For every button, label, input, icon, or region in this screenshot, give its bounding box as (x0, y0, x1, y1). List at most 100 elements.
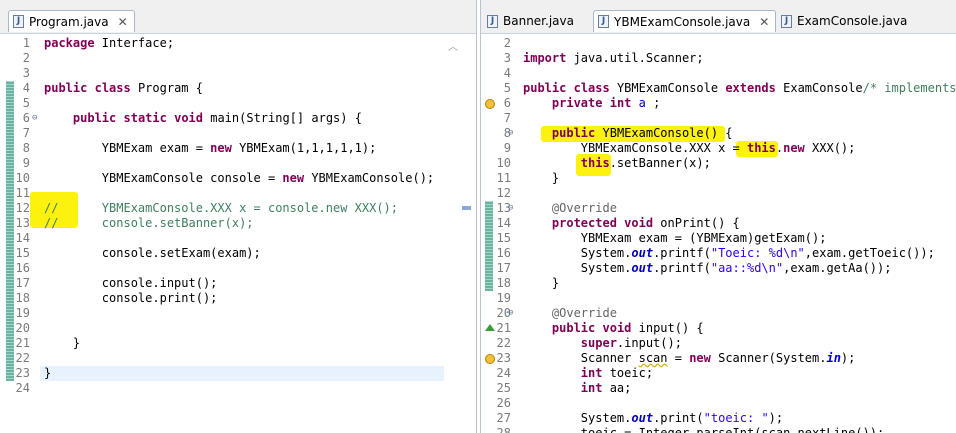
code-text[interactable]: int toeic; (523, 366, 653, 381)
code-line[interactable]: 28 toeic = Integer.parseInt(scan.nextLin… (481, 426, 956, 433)
code-text[interactable]: console.input(); (44, 276, 218, 291)
code-line[interactable]: 19 (0, 306, 476, 321)
code-text[interactable]: YBMExamConsole.XXX x = this.new XXX(); (523, 141, 856, 156)
fold-icon[interactable]: ⊖ (32, 113, 37, 123)
code-line[interactable]: 13 @Override (481, 201, 956, 216)
code-text[interactable]: System.out.printf("aa::%d\n",exam.getAa(… (523, 261, 892, 276)
code-line[interactable]: 13 // console.setBanner(x); (0, 216, 476, 231)
code-text[interactable]: // console.setBanner(x); (44, 216, 254, 231)
code-line[interactable]: 17 console.input(); (0, 276, 476, 291)
override-triangle-icon[interactable] (485, 324, 495, 331)
code-text[interactable]: package Interface; (44, 36, 174, 51)
code-line[interactable]: 12 // YBMExamConsole.XXX x = console.new … (0, 201, 476, 216)
tab-ybmexamconsole-java[interactable]: J YBMExamConsole.java ✕ (593, 10, 777, 32)
code-line[interactable]: 19 (481, 291, 956, 306)
code-text[interactable]: console.setExam(exam); (44, 246, 261, 261)
code-text[interactable]: YBMExamConsole console = new YBMExamCons… (44, 171, 434, 186)
code-line[interactable]: 4 (481, 66, 956, 81)
code-text[interactable]: toeic = Integer.parseInt(scan.nextLine()… (523, 426, 884, 433)
code-line[interactable]: 24 (0, 381, 476, 396)
code-text[interactable]: public YBMExamConsole() { (523, 126, 733, 141)
code-text[interactable]: // YBMExamConsole.XXX x = console.new XX… (44, 201, 398, 216)
code-text[interactable]: import java.util.Scanner; (523, 51, 704, 66)
code-line[interactable]: 25 int aa; (481, 381, 956, 396)
fold-icon[interactable]: ⊖ (508, 203, 513, 213)
tab-examconsole-java[interactable]: J ExamConsole.java (777, 10, 913, 32)
code-line[interactable]: 26 (481, 396, 956, 411)
code-line[interactable]: 10 YBMExamConsole console = new YBMExamC… (0, 171, 476, 186)
code-text[interactable]: protected void onPrint() { (523, 216, 740, 231)
code-line[interactable]: 23 Scanner scan = new Scanner(System.in)… (481, 351, 956, 366)
code-line[interactable]: 11 (0, 186, 476, 201)
code-line[interactable]: 3 (0, 66, 476, 81)
right-editor-pane[interactable]: J Banner.java J YBMExamConsole.java ✕ J … (480, 0, 956, 433)
code-line[interactable]: 17 System.out.printf("aa::%d\n",exam.get… (481, 261, 956, 276)
code-text[interactable]: } (523, 171, 559, 186)
code-line[interactable]: 2 (481, 36, 956, 51)
code-line[interactable]: 4 public class Program { (0, 81, 476, 96)
overview-ruler-marker[interactable] (462, 206, 471, 210)
close-icon[interactable]: ✕ (118, 15, 128, 29)
right-code-editor[interactable]: 2 3 import java.util.Scanner; 4 5 public clas… (481, 34, 956, 433)
tab-banner-java[interactable]: J Banner.java (483, 10, 580, 32)
code-line[interactable]: 10 this.setBanner(x); (481, 156, 956, 171)
code-line[interactable]: 14 protected void onPrint() { (481, 216, 956, 231)
code-line[interactable]: 18 console.print(); (0, 291, 476, 306)
code-text[interactable]: YBMExam exam = new YBMExam(1,1,1,1,1); (44, 141, 377, 156)
code-text[interactable]: System.out.printf("Toeic: %d\n",exam.get… (523, 246, 935, 261)
code-line[interactable]: 8 public YBMExamConsole() { (481, 126, 956, 141)
code-text[interactable]: private int a ; (523, 96, 660, 111)
code-line[interactable]: 6 private int a ; (481, 96, 956, 111)
warning-icon[interactable] (485, 99, 495, 109)
code-text[interactable]: } (44, 366, 51, 381)
code-line[interactable]: 24 int toeic; (481, 366, 956, 381)
code-text[interactable]: int aa; (523, 381, 632, 396)
code-text[interactable]: } (44, 336, 80, 351)
code-text[interactable]: public class YBMExamConsole extends Exam… (523, 81, 956, 96)
code-text[interactable]: console.print(); (44, 291, 218, 306)
tab-program-java[interactable]: J Program.java ✕ (8, 10, 135, 32)
code-line[interactable]: 22 super.input(); (481, 336, 956, 351)
code-line[interactable]: 16 (0, 261, 476, 276)
code-line[interactable]: 21 } (0, 336, 476, 351)
code-text[interactable]: public class Program { (44, 81, 203, 96)
code-line[interactable]: 3 import java.util.Scanner; (481, 51, 956, 66)
fold-icon[interactable]: ⊖ (508, 128, 513, 138)
left-editor-pane[interactable]: J Program.java ✕ 1 package Interface; 2 3 4 p… (0, 0, 477, 433)
code-line[interactable]: 9 YBMExamConsole.XXX x = this.new XXX(); (481, 141, 956, 156)
close-icon[interactable]: ✕ (759, 15, 769, 29)
code-line[interactable]: 11 } (481, 171, 956, 186)
code-line[interactable]: 18 } (481, 276, 956, 291)
code-line[interactable]: 16 System.out.printf("Toeic: %d\n",exam.… (481, 246, 956, 261)
code-line[interactable]: 20 @Override (481, 306, 956, 321)
code-text[interactable]: @Override (523, 306, 617, 321)
code-line[interactable]: 12 (481, 186, 956, 201)
code-line[interactable]: 2 (0, 51, 476, 66)
code-line[interactable]: 21 public void input() { (481, 321, 956, 336)
code-line[interactable]: 5 (0, 96, 476, 111)
code-text[interactable]: } (523, 276, 559, 291)
code-text[interactable]: @Override (523, 201, 617, 216)
code-text[interactable]: public static void main(String[] args) { (44, 111, 362, 126)
scroll-arrow-icon[interactable]: ︿ (448, 38, 458, 53)
code-text[interactable]: public void input() { (523, 321, 704, 336)
code-line[interactable]: 15 console.setExam(exam); (0, 246, 476, 261)
code-text[interactable]: this.setBanner(x); (523, 156, 711, 171)
code-text[interactable]: Scanner scan = new Scanner(System.in); (523, 351, 856, 366)
code-line[interactable]: 23} (0, 366, 476, 381)
code-line[interactable]: 9 (0, 156, 476, 171)
code-text[interactable]: YBMExam exam = (YBMExam)getExam(); (523, 231, 827, 246)
code-line[interactable]: 15 YBMExam exam = (YBMExam)getExam(); (481, 231, 956, 246)
code-line[interactable]: 20 (0, 321, 476, 336)
code-line[interactable]: 14 (0, 231, 476, 246)
warning-icon[interactable] (485, 354, 495, 364)
code-line[interactable]: 7 (0, 126, 476, 141)
left-code-editor[interactable]: 1 package Interface; 2 3 4 public class Progr… (0, 34, 476, 433)
code-text[interactable]: System.out.print("toeic: "); (523, 411, 783, 426)
code-line[interactable]: 1 package Interface; (0, 36, 476, 51)
code-line[interactable]: 27 System.out.print("toeic: "); (481, 411, 956, 426)
code-line[interactable]: 6 public static void main(String[] args)… (0, 111, 476, 126)
fold-icon[interactable]: ⊖ (508, 308, 513, 318)
code-text[interactable]: super.input(); (523, 336, 682, 351)
code-line[interactable]: 8 YBMExam exam = new YBMExam(1,1,1,1,1); (0, 141, 476, 156)
